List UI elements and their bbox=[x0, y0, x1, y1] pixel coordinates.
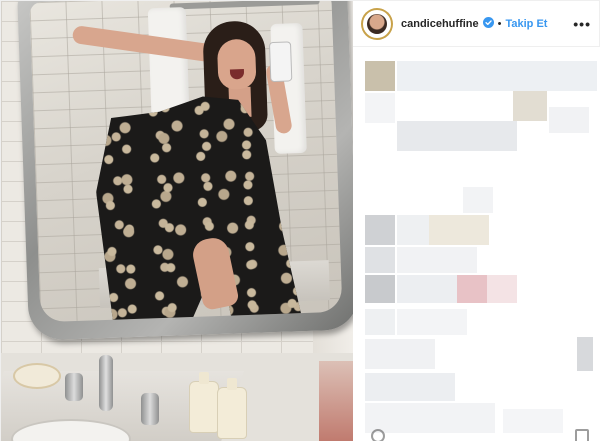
blurred-block bbox=[365, 309, 395, 335]
bookmark-icon[interactable] bbox=[575, 429, 589, 441]
blurred-block bbox=[549, 107, 589, 133]
username-link[interactable]: candicehuffine bbox=[401, 17, 494, 30]
blurred-block bbox=[429, 215, 489, 245]
blurred-block bbox=[365, 275, 395, 303]
blurred-block bbox=[397, 61, 597, 91]
lotion-bottle bbox=[217, 378, 247, 439]
lotion-bottle bbox=[189, 372, 219, 433]
blurred-block bbox=[365, 373, 455, 401]
blurred-block bbox=[397, 275, 457, 303]
blurred-block bbox=[365, 247, 395, 273]
sink-handle bbox=[141, 393, 159, 425]
blurred-block bbox=[503, 409, 563, 433]
separator-dot: • bbox=[497, 17, 502, 30]
mirror bbox=[16, 1, 353, 341]
verified-badge-icon bbox=[482, 17, 494, 28]
blurred-block bbox=[487, 275, 517, 303]
profile-avatar[interactable] bbox=[363, 9, 391, 38]
blurred-block bbox=[397, 121, 517, 151]
sink-handle bbox=[65, 373, 83, 401]
blurred-block bbox=[463, 187, 493, 213]
more-options-icon[interactable]: ••• bbox=[573, 16, 591, 32]
phone bbox=[268, 41, 293, 83]
comments-area-blurred bbox=[353, 47, 600, 441]
blurred-block bbox=[365, 93, 395, 123]
follow-button[interactable]: Takip Et bbox=[505, 18, 547, 30]
faucet bbox=[99, 355, 113, 411]
action-icon[interactable] bbox=[371, 429, 385, 441]
blurred-block bbox=[397, 309, 467, 335]
blurred-block bbox=[365, 403, 495, 433]
instagram-post: candicehuffine • Takip Et ••• bbox=[0, 0, 600, 441]
blurred-block bbox=[397, 247, 477, 273]
mirror-glass bbox=[29, 1, 343, 323]
blurred-block bbox=[577, 337, 593, 371]
blurred-block bbox=[365, 215, 395, 245]
blurred-block bbox=[513, 91, 547, 121]
person-reflection bbox=[29, 1, 342, 322]
post-photo[interactable] bbox=[1, 1, 353, 441]
blurred-block bbox=[365, 339, 435, 369]
post-header: candicehuffine • Takip Et ••• bbox=[353, 1, 600, 47]
soap-dish bbox=[13, 363, 61, 389]
blurred-block bbox=[365, 61, 395, 91]
blurred-block bbox=[457, 275, 487, 303]
